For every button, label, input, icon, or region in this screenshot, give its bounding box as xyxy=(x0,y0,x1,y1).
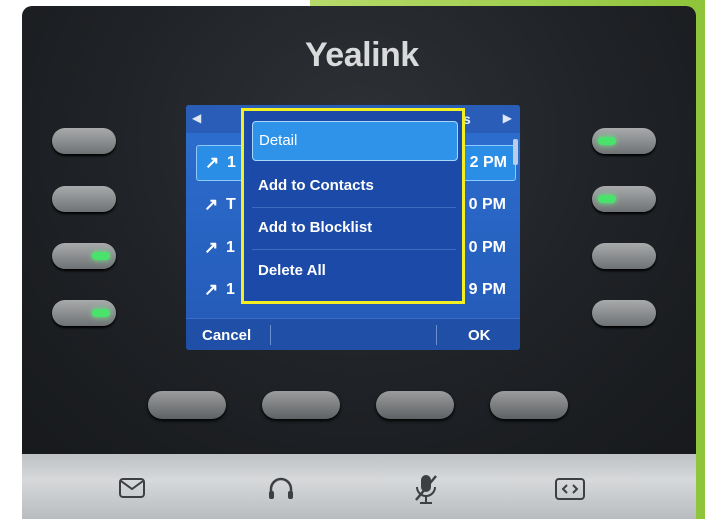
history-time: 2 PM xyxy=(469,154,507,171)
right-arrow-icon[interactable]: ▶ xyxy=(503,111,512,125)
outgoing-call-icon: ↗ xyxy=(204,280,219,299)
soft-key-3[interactable] xyxy=(376,391,454,419)
menu-item-label: Add to Contacts xyxy=(258,177,374,194)
scrollbar[interactable] xyxy=(513,139,518,165)
led-indicator xyxy=(598,195,616,203)
divider xyxy=(270,325,271,345)
headset-icon[interactable] xyxy=(267,476,295,506)
history-time: 9 PM xyxy=(468,281,506,298)
divider xyxy=(252,207,456,208)
history-name: 1 xyxy=(227,154,236,171)
menu-item-detail[interactable]: Detail xyxy=(252,121,458,161)
history-time: 0 PM xyxy=(468,239,506,256)
softkey-bar: Cancel OK xyxy=(186,318,520,350)
menu-item-label: Delete All xyxy=(258,262,326,279)
ok-button[interactable]: OK xyxy=(468,327,491,344)
history-name: T xyxy=(226,196,236,213)
line-key-right-2[interactable] xyxy=(592,186,656,212)
menu-item-label: Detail xyxy=(259,132,298,149)
line-key-left-4[interactable] xyxy=(52,300,116,326)
menu-item-add-to-contacts[interactable]: Add to Contacts xyxy=(252,167,456,205)
line-key-left-1[interactable] xyxy=(52,128,116,154)
led-indicator xyxy=(92,309,110,317)
line-key-left-2[interactable] xyxy=(52,186,116,212)
soft-key-4[interactable] xyxy=(490,391,568,419)
options-popup: Detail Add to Contacts Add to Blocklist … xyxy=(241,108,465,304)
menu-item-label: Add to Blocklist xyxy=(258,219,373,236)
history-time: 0 PM xyxy=(468,196,506,213)
line-key-right-4[interactable] xyxy=(592,300,656,326)
outgoing-call-icon: ↗ xyxy=(204,195,219,214)
soft-key-2[interactable] xyxy=(262,391,340,419)
led-indicator xyxy=(92,252,110,260)
cancel-button[interactable]: Cancel xyxy=(202,327,251,344)
mic-mute-icon[interactable] xyxy=(414,472,438,512)
brackets-icon[interactable] xyxy=(555,478,585,506)
left-arrow-icon[interactable]: ◀ xyxy=(192,111,201,125)
envelope-icon[interactable] xyxy=(119,478,145,504)
line-key-left-3[interactable] xyxy=(52,243,116,269)
brand-logo: Yealink xyxy=(305,36,419,74)
menu-item-delete-all[interactable]: Delete All xyxy=(252,252,456,290)
outgoing-call-icon: ↗ xyxy=(204,238,219,257)
divider xyxy=(436,325,437,345)
led-indicator xyxy=(598,137,616,145)
line-key-right-3[interactable] xyxy=(592,243,656,269)
divider xyxy=(252,249,456,250)
history-name: 1 xyxy=(226,239,235,256)
history-name: 1 xyxy=(226,281,235,298)
menu-item-add-to-blocklist[interactable]: Add to Blocklist xyxy=(252,209,456,247)
line-key-right-1[interactable] xyxy=(592,128,656,154)
outgoing-call-icon: ↗ xyxy=(205,153,220,172)
soft-key-1[interactable] xyxy=(148,391,226,419)
